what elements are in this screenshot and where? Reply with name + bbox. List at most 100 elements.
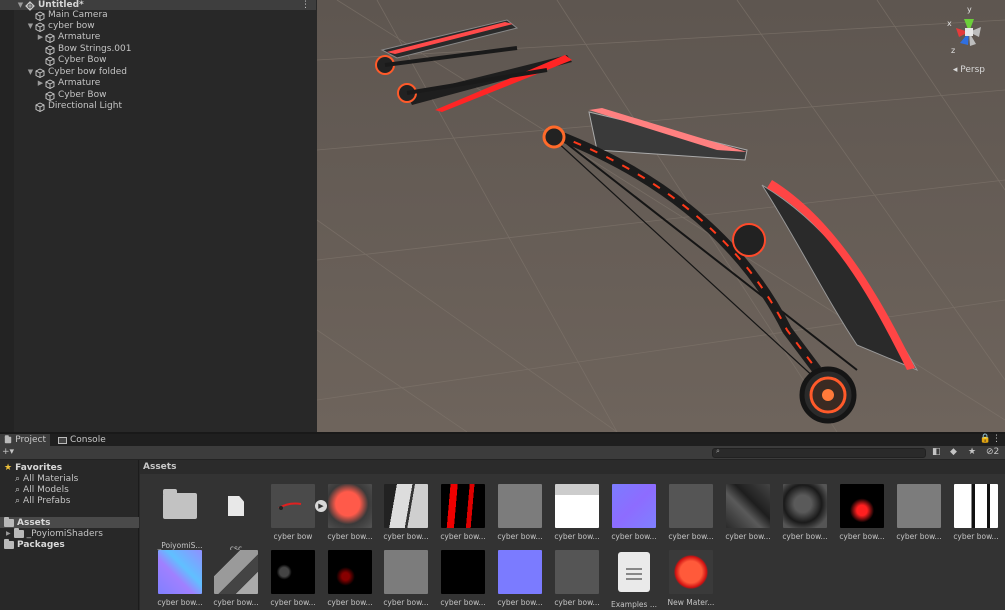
asset-item[interactable]: cyber bow... (208, 550, 264, 607)
asset-label: Examples ... (611, 600, 657, 609)
hierarchy-gutter (0, 0, 14, 432)
asset-item[interactable]: cyber bow... (891, 484, 947, 541)
asset-item[interactable]: ▶ cyber bow (265, 484, 327, 541)
filter-type-icon[interactable]: ◧ (932, 447, 941, 457)
scene-view[interactable]: y x z ◂ Persp (317, 0, 1005, 432)
folder-icon (4, 435, 12, 444)
tab-project[interactable]: Project (0, 434, 50, 446)
folder-icon (13, 527, 24, 538)
asset-thumbnail (555, 550, 599, 594)
gizmo-z-label: z (951, 46, 955, 55)
hierarchy-item[interactable]: ▶ Armature (36, 78, 100, 89)
asset-item[interactable]: cyber bow... (435, 550, 491, 607)
orientation-gizmo[interactable]: y x z (942, 4, 997, 59)
asset-label: cyber bow... (440, 532, 486, 541)
folder-row[interactable]: ▶ _PoyiomiShaders (6, 527, 103, 539)
asset-thumbnail (328, 484, 372, 528)
hierarchy-item[interactable]: ▼ cyber bow (26, 21, 95, 32)
hierarchy-menu-icon[interactable]: ⋮ (301, 0, 310, 10)
favorite-star-icon[interactable]: ★ (968, 447, 976, 457)
assets-folder-label: Assets (17, 517, 51, 528)
asset-thumbnail (384, 550, 428, 594)
hierarchy-item[interactable]: Cyber Bow (36, 90, 106, 101)
favorite-item[interactable]: ⌕ All Prefabs (15, 495, 70, 506)
asset-item[interactable]: cyber bow... (549, 484, 605, 541)
assets-breadcrumb[interactable]: Assets (140, 460, 1005, 474)
hierarchy-item[interactable]: ▶ Armature (36, 32, 100, 43)
asset-item[interactable]: Examples ... (606, 550, 662, 609)
asset-label: cyber bow... (383, 598, 429, 607)
asset-item[interactable]: cyber bow... (492, 550, 548, 607)
hidden-count: 2 (993, 447, 1000, 457)
asset-item[interactable]: New Mater... (663, 550, 719, 607)
chevron-right-icon[interactable]: ▶ (36, 78, 45, 89)
chevron-right-icon[interactable]: ▶ (36, 32, 45, 43)
hierarchy-item[interactable]: Bow Strings.001 (36, 44, 132, 55)
tab-menu-icon[interactable]: ⋮ (992, 434, 1001, 444)
asset-thumbnail (669, 484, 713, 528)
asset-item[interactable]: cyber bow... (777, 484, 833, 541)
asset-item[interactable]: cyber bow... (663, 484, 719, 541)
chevron-down-icon[interactable]: ▼ (16, 0, 25, 11)
asset-item[interactable]: cyber bow... (378, 484, 434, 541)
chevron-down-icon[interactable]: ▼ (26, 21, 35, 32)
asset-thumbnail (158, 489, 202, 537)
asset-label: cyber bow (273, 532, 313, 541)
assets-folder-row[interactable]: Assets (0, 516, 139, 528)
gameobject-cube-icon (35, 67, 45, 78)
asset-item[interactable]: _PoiyomiS... (152, 484, 208, 550)
asset-thumbnail (158, 550, 202, 594)
asset-label: cyber bow... (497, 532, 543, 541)
asset-item[interactable]: cyber bow... (948, 484, 1004, 541)
asset-thumbnail (669, 550, 713, 594)
hierarchy-item[interactable]: Directional Light (26, 101, 122, 112)
asset-label: cyber bow... (327, 598, 373, 607)
asset-label: cyber bow... (440, 598, 486, 607)
tab-console[interactable]: Console (54, 434, 110, 446)
hierarchy-item[interactable]: Main Camera (26, 10, 108, 21)
hidden-packages-icon[interactable]: ⊘2 (986, 447, 999, 457)
favorites-row[interactable]: ★ Favorites (4, 462, 62, 473)
asset-item[interactable]: cyber bow... (720, 484, 776, 541)
asset-item[interactable]: cyber bow... (152, 550, 208, 607)
gizmo-y-label: y (967, 5, 972, 14)
asset-label: cyber bow... (782, 532, 828, 541)
asset-item[interactable]: cyber bow... (492, 484, 548, 541)
scene-canvas[interactable] (317, 0, 1005, 432)
gameobject-cube-icon (35, 10, 45, 21)
hierarchy-item[interactable]: ▼ Cyber bow folded (26, 67, 127, 78)
hierarchy-item[interactable]: Cyber Bow (36, 55, 106, 66)
asset-thumbnail (783, 484, 827, 528)
asset-item[interactable]: csc (208, 484, 264, 553)
hierarchy-item-label: Main Camera (48, 10, 108, 20)
hierarchy-item-label: Cyber Bow (58, 55, 107, 65)
hierarchy-item-label: Directional Light (48, 101, 122, 111)
chevron-down-icon[interactable]: ▼ (26, 67, 35, 78)
packages-folder-row[interactable]: Packages (4, 538, 65, 550)
asset-item[interactable]: cyber bow... (322, 550, 378, 607)
filter-label-icon[interactable]: ◆ (950, 447, 957, 457)
asset-item[interactable]: cyber bow... (549, 550, 605, 607)
asset-item[interactable]: cyber bow... (834, 484, 890, 541)
asset-item[interactable]: cyber bow... (265, 550, 321, 607)
asset-label: cyber bow... (839, 532, 885, 541)
tab-project-label: Project (15, 435, 46, 445)
asset-thumbnail (441, 484, 485, 528)
persp-label[interactable]: ◂ Persp (953, 65, 985, 75)
asset-thumbnail (271, 550, 315, 594)
asset-label: cyber bow... (383, 532, 429, 541)
favorite-item[interactable]: ⌕ All Materials (15, 473, 78, 484)
gameobject-cube-icon (45, 32, 55, 43)
asset-item[interactable]: cyber bow... (322, 484, 378, 541)
gameobject-cube-icon (35, 101, 45, 112)
asset-item[interactable]: cyber bow... (435, 484, 491, 541)
gameobject-cube-icon (45, 78, 55, 89)
asset-item[interactable]: cyber bow... (606, 484, 662, 541)
asset-thumbnail (726, 484, 770, 528)
favorite-all-models: All Models (23, 484, 69, 495)
asset-item[interactable]: cyber bow... (378, 550, 434, 607)
lock-icon[interactable]: 🔒 (980, 434, 991, 444)
search-input[interactable]: ⌕ (712, 447, 926, 458)
favorite-item[interactable]: ⌕ All Models (15, 484, 69, 495)
add-button[interactable]: +▾ (2, 447, 14, 457)
